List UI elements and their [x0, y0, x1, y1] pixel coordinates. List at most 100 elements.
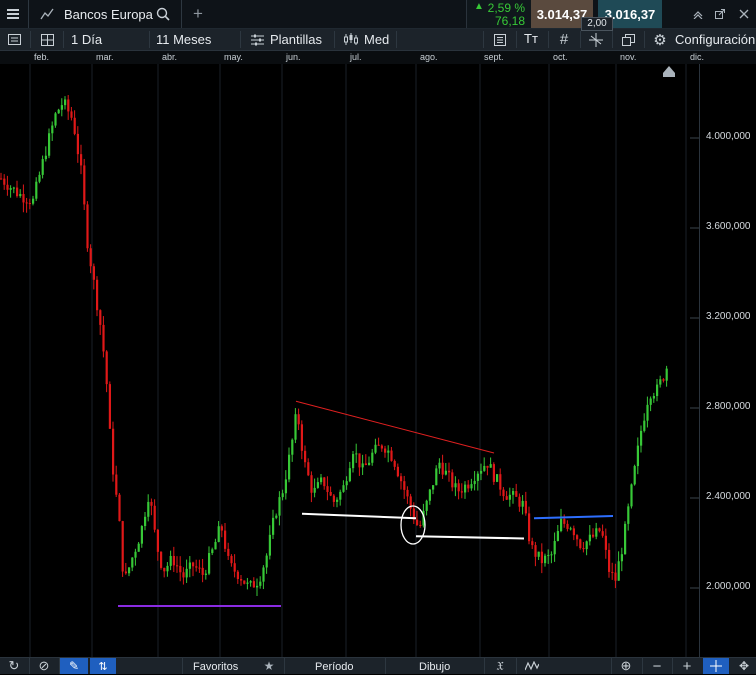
close-icon[interactable] — [737, 5, 751, 23]
candle-body — [288, 454, 291, 480]
candle-body — [19, 194, 22, 197]
interval-dropdown[interactable]: 1 Día — [71, 32, 102, 47]
star-icon[interactable]: ★ — [260, 658, 278, 674]
top-bar: Bancos Europa + ▲ 2,59 % 76,18 3.014,37 … — [0, 0, 756, 31]
pencil-icon[interactable]: ✎ — [60, 658, 88, 674]
list-icon[interactable] — [4, 30, 24, 49]
sort-arrows-icon[interactable]: ⇅ — [90, 658, 116, 674]
candle-body — [448, 470, 451, 473]
candle-body — [483, 465, 486, 471]
candle-body — [428, 489, 431, 501]
grid-hash-icon[interactable]: # — [554, 30, 574, 49]
candle-body — [163, 567, 166, 572]
candle-body — [553, 540, 556, 555]
candle-body — [230, 555, 233, 564]
candle-body — [656, 384, 659, 397]
indicators-icon[interactable] — [490, 30, 510, 49]
candle-body — [176, 565, 179, 567]
candle-body — [278, 497, 281, 516]
settings-button[interactable]: Configuración — [675, 32, 755, 47]
refresh-icon[interactable]: ↻ — [5, 658, 23, 674]
chart-toolbar: 1 Día 11 Meses Plantillas Med Tт # ⚙ Con… — [0, 29, 756, 51]
menu-icon[interactable] — [4, 5, 22, 23]
candle-body — [537, 551, 540, 557]
candle-body — [380, 445, 383, 449]
month-label: dic. — [690, 52, 705, 62]
candle-body — [265, 555, 268, 568]
wave-pattern-icon[interactable] — [522, 658, 542, 674]
candle-body — [585, 541, 588, 550]
candle-body — [156, 529, 159, 552]
candle-body — [460, 491, 463, 493]
y-tick-label: 2.800,000 — [706, 401, 751, 412]
minimize-icon[interactable] — [691, 5, 705, 23]
candle-body — [12, 187, 15, 189]
candle-body — [300, 424, 303, 451]
text-tool-button[interactable]: Tт — [524, 31, 538, 46]
candle-body — [131, 557, 134, 568]
candle-body — [652, 396, 655, 399]
candle-body — [105, 351, 108, 385]
candle-body — [227, 548, 230, 556]
candlestick-chart[interactable] — [0, 64, 756, 657]
price-type-dropdown[interactable]: Med — [364, 32, 389, 47]
candle-body — [384, 448, 387, 453]
add-indicator-icon[interactable]: ⊕ — [616, 658, 636, 674]
templates-button[interactable]: Plantillas — [270, 32, 322, 47]
candle-body — [153, 505, 156, 530]
popout-icon[interactable] — [713, 5, 727, 23]
candle-body — [406, 489, 409, 497]
support-level-line — [415, 535, 525, 540]
candle-body — [614, 572, 617, 581]
candle-body — [480, 470, 483, 474]
price-chart[interactable]: 4.000,000 3.600,000 3.200,000 2.800,000 … — [0, 64, 756, 657]
candle-body — [438, 462, 441, 469]
layout-grid-icon[interactable] — [37, 30, 57, 49]
no-entry-icon[interactable]: ⊘ — [35, 658, 53, 674]
change-panel: ▲ 2,59 % 76,18 — [466, 0, 531, 28]
templates-icon — [248, 30, 266, 49]
candle-body — [467, 484, 470, 489]
candle-body — [387, 450, 390, 453]
fibonacci-icon[interactable]: 𝔛 — [490, 658, 510, 674]
resistance-trendline — [295, 400, 495, 454]
candle-body — [540, 551, 543, 564]
candle-body — [41, 159, 44, 175]
crosshair-toggle-icon[interactable] — [703, 658, 729, 674]
candle-body — [252, 581, 255, 588]
zoom-out-icon[interactable]: − — [648, 658, 666, 675]
candle-body — [121, 521, 124, 572]
add-tab-icon[interactable]: + — [189, 4, 207, 23]
candle-body — [566, 523, 569, 529]
candle-body — [160, 551, 163, 568]
scroll-to-top-icon[interactable] — [663, 66, 675, 73]
candle-body — [473, 480, 476, 485]
search-icon[interactable] — [154, 5, 172, 23]
candle-body — [80, 154, 83, 166]
period-tab[interactable]: Período — [315, 661, 354, 673]
change-points: 76,18 — [494, 14, 525, 28]
candle-body — [611, 571, 614, 573]
zoom-in-icon[interactable]: + — [678, 658, 696, 675]
candle-body — [294, 414, 297, 440]
duplicate-window-icon[interactable] — [618, 30, 638, 49]
fit-screen-icon[interactable]: ✥ — [734, 658, 754, 674]
candle-body — [572, 528, 575, 536]
candle-body — [550, 554, 553, 556]
candle-body — [51, 125, 54, 134]
candle-body — [576, 535, 579, 540]
range-dropdown[interactable]: 11 Meses — [156, 32, 211, 47]
candle-body — [636, 445, 639, 467]
candle-body — [432, 485, 435, 490]
crosshair-icon[interactable] — [586, 30, 606, 49]
candle-body — [508, 494, 511, 500]
candle-body — [451, 472, 454, 488]
support-level-line — [301, 512, 417, 520]
instrument-name[interactable]: Bancos Europa — [64, 7, 153, 22]
candle-body — [9, 188, 12, 190]
y-tick-label: 3.600,000 — [706, 221, 751, 232]
favorites-tab[interactable]: Favoritos — [193, 661, 238, 673]
drawing-tab[interactable]: Dibujo — [419, 661, 450, 673]
candle-body — [601, 531, 604, 536]
candle-body — [185, 568, 188, 578]
